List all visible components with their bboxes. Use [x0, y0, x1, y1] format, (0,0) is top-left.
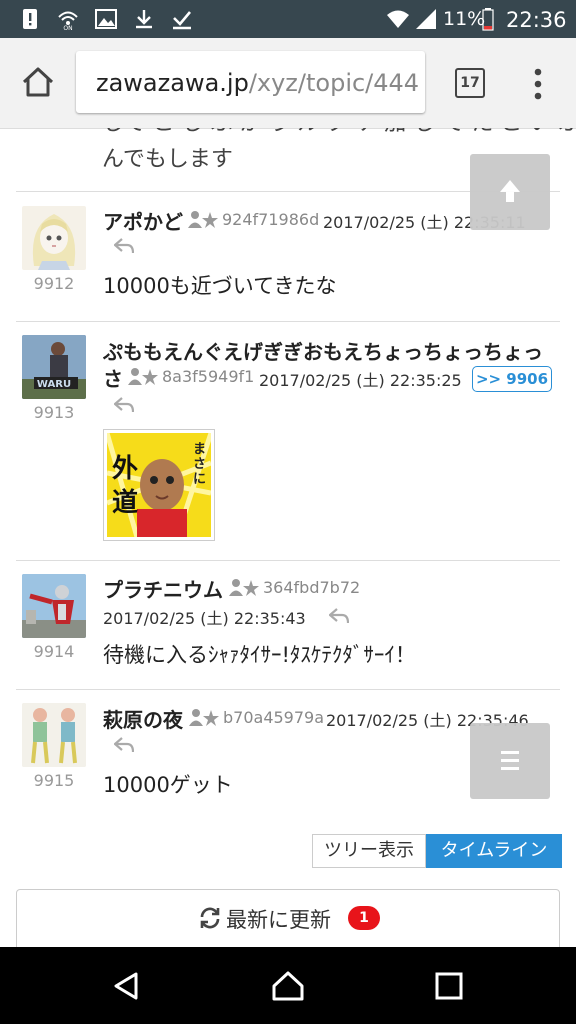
user-id: b70a45979a: [223, 708, 325, 727]
home-icon[interactable]: [20, 64, 56, 100]
post-number: 9913: [33, 403, 75, 422]
url-bar[interactable]: zawazawa.jp/xyz/topic/444: [76, 51, 425, 113]
character-avatar-icon: WARU: [22, 335, 86, 399]
tab-switcher-button[interactable]: 17: [455, 68, 485, 98]
user-star-icon: [128, 368, 158, 385]
arrow-up-icon: [500, 180, 520, 202]
sticker-image[interactable]: まさに 外道: [103, 429, 215, 541]
reply-icon[interactable]: [114, 238, 134, 254]
divider: [16, 321, 560, 322]
user-star-icon: [188, 211, 218, 228]
hamburger-icon: [501, 751, 519, 770]
recent-apps-icon[interactable]: [432, 969, 466, 1003]
battery-icon: [482, 8, 494, 31]
avatar[interactable]: [22, 206, 86, 270]
wifi-icon: [387, 10, 409, 28]
post-body: 待機に入るｼｬｧﾀｲｻｰ!ﾀｽｹﾃｸﾀﾞｻｰｲ！: [103, 643, 416, 667]
cartoon-characters-avatar-icon: [22, 703, 86, 767]
overflow-menu-icon[interactable]: [530, 66, 546, 102]
status-bar: ON 11% 22:36: [0, 0, 576, 38]
browser-toolbar: zawazawa.jp/xyz/topic/444 17: [0, 38, 576, 129]
sticker-caption-vertical: まさに: [193, 442, 207, 487]
svg-text:WARU: WARU: [37, 379, 71, 390]
user-star-icon: [189, 709, 219, 726]
system-nav-bar: [0, 947, 576, 1024]
post-number: 9914: [33, 642, 75, 661]
post-author[interactable]: 萩原の夜: [103, 704, 183, 733]
home-nav-icon[interactable]: [271, 969, 305, 1003]
battery-percent: 11%: [443, 8, 486, 30]
avatar[interactable]: [22, 703, 86, 767]
refresh-icon: [200, 907, 220, 929]
post-author[interactable]: プラチニウム: [103, 574, 223, 603]
user-id: 364fbd7b72: [263, 578, 361, 597]
post-body: 10000ゲット: [103, 773, 233, 797]
check-icon: [173, 11, 191, 30]
url-host: zawazawa.jp: [96, 69, 249, 97]
post-date: 2017/02/25 (土) 22:35:25: [259, 371, 462, 390]
new-count-badge: 1: [348, 906, 380, 930]
url-path: /xyz/topic/444: [248, 69, 420, 97]
avatar[interactable]: [22, 574, 86, 638]
scroll-to-top-button[interactable]: [470, 154, 550, 230]
divider: [16, 689, 560, 690]
post-number: 9912: [33, 274, 75, 293]
post-author[interactable]: アポかど: [103, 206, 183, 235]
post-author-continued[interactable]: さ: [103, 363, 123, 392]
signal-icon: [416, 9, 436, 29]
clock: 22:36: [506, 8, 567, 32]
alert-icon: [23, 9, 37, 29]
hero-avatar-icon: [22, 574, 86, 638]
anime-girl-avatar-icon: [32, 214, 76, 270]
post-author[interactable]: ぷももえんぐえげぎぎおもえちょっちょっちょっ: [103, 336, 543, 365]
post-body: 10000も近づいてきたな: [103, 274, 337, 298]
tree-view-toggle[interactable]: ツリー表示: [312, 834, 426, 868]
thread-content: して こ し ふ か う ル ク ケ 加 し て た こ い ふ んでもします …: [0, 128, 576, 947]
menu-button[interactable]: [470, 723, 550, 799]
user-id: 8a3f5949f1: [162, 367, 255, 386]
user-star-icon: [229, 579, 259, 596]
wifi-calling-icon: ON: [58, 11, 78, 31]
image-icon: [95, 9, 117, 29]
svg-text:ON: ON: [63, 25, 72, 31]
post-date: 2017/02/25 (土) 22:35:43: [103, 609, 306, 628]
reply-icon[interactable]: [114, 737, 134, 753]
user-id: 924f71986d: [222, 210, 320, 229]
reply-anchor-link[interactable]: >> 9906: [472, 366, 552, 392]
post-number: 9915: [33, 771, 75, 790]
url-text: zawazawa.jp/xyz/topic/444: [96, 69, 419, 97]
divider: [16, 560, 560, 561]
sticker-caption-big: 外道: [112, 454, 139, 518]
reply-icon[interactable]: [329, 608, 349, 624]
refresh-label: 最新に更新: [226, 908, 331, 932]
avatar[interactable]: WARU: [22, 335, 86, 399]
refresh-button[interactable]: 最新に更新 1: [16, 889, 560, 947]
download-icon: [136, 10, 152, 29]
timeline-view-toggle[interactable]: タイムライン: [426, 834, 562, 868]
back-icon[interactable]: [110, 969, 144, 1003]
reply-icon[interactable]: [114, 397, 134, 413]
